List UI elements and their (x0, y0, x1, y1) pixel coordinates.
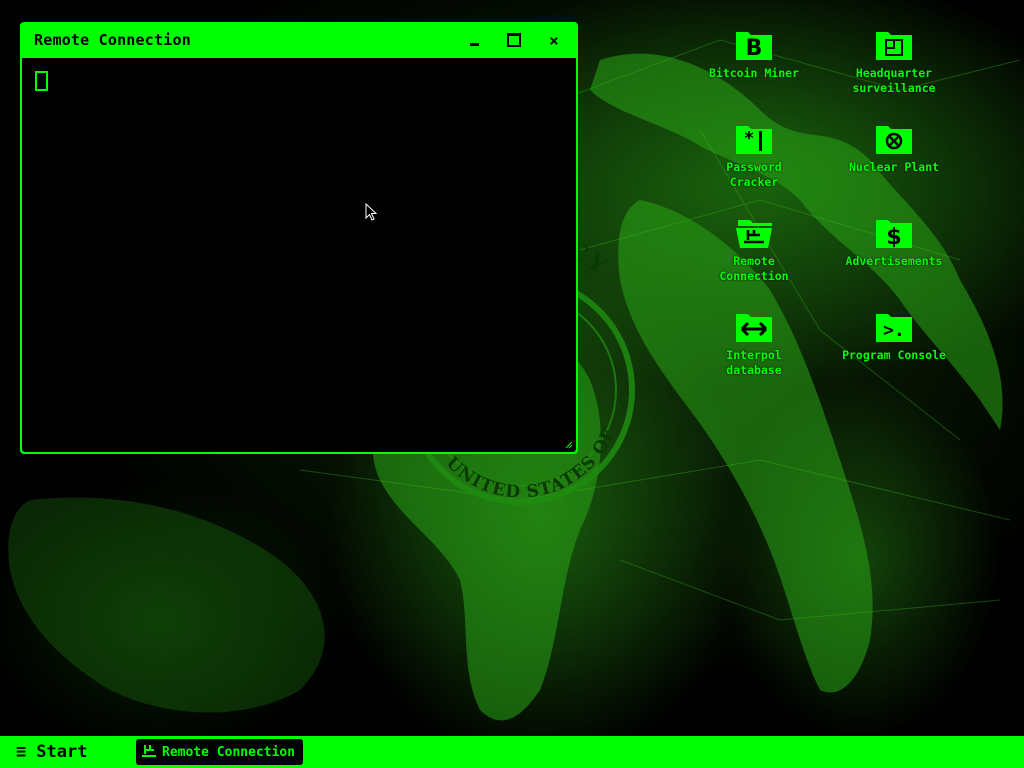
console-prompt-icon: >. (876, 314, 912, 342)
remote-connection-icon (736, 220, 772, 248)
maximize-button[interactable] (504, 30, 524, 50)
desktop-icon-nuclear-plant[interactable]: Nuclear Plant (834, 122, 954, 175)
exchange-arrows-icon (736, 314, 772, 342)
desktop-icon-password-cracker[interactable]: * Password Cracker (694, 122, 814, 190)
desktop-icon-headquarter-surveillance[interactable]: Headquarter surveillance (834, 28, 954, 96)
bitcoin-b-icon: B (736, 32, 772, 61)
desktop-icon-label: Headquarter surveillance (852, 66, 936, 95)
nuclear-icon (876, 126, 912, 154)
desktop-icon-label: Bitcoin Miner (708, 66, 799, 80)
desktop: AGENCY UNITED STATES OF AMERICA B Bitcoi… (0, 0, 1024, 736)
password-cracker-icon: * (736, 126, 772, 154)
terminal-area[interactable] (22, 58, 576, 452)
desktop-icon-advertisements[interactable]: $ Advertisements (834, 216, 954, 269)
minimize-button[interactable] (464, 30, 484, 50)
minimize-icon (469, 42, 479, 46)
close-icon: × (549, 30, 559, 50)
desktop-icon-label: Interpol database (726, 348, 782, 377)
taskbar-item-remote-connection[interactable]: Remote Connection (136, 739, 304, 765)
svg-text:$: $ (886, 225, 901, 250)
desktop-icon-interpol-database[interactable]: Interpol database (694, 310, 814, 378)
desktop-icon-label: Password Cracker (726, 160, 782, 189)
terminal-cursor (35, 71, 48, 91)
svg-text:*: * (744, 128, 755, 149)
surveillance-icon (876, 32, 912, 60)
taskbar: ≡ Start Remote Connection (0, 736, 1024, 768)
desktop-icon-bitcoin-miner[interactable]: B Bitcoin Miner (694, 28, 814, 81)
start-label: Start (36, 742, 88, 762)
close-button[interactable]: × (544, 30, 564, 50)
desktop-icon-label: Remote Connection (719, 254, 789, 283)
svg-text:B: B (746, 36, 763, 61)
desktop-icon-label: Advertisements (845, 254, 943, 268)
desktop-icon-label: Program Console (842, 348, 946, 362)
mouse-pointer-icon (365, 203, 378, 221)
dollar-icon: $ (876, 220, 912, 250)
start-button[interactable]: ≡ Start (16, 742, 126, 762)
svg-text:>.: >. (883, 320, 905, 341)
taskbar-item-label: Remote Connection (162, 744, 296, 760)
desktop-icon-program-console[interactable]: >. Program Console (834, 310, 954, 363)
hamburger-icon: ≡ (16, 742, 27, 762)
desktop-icon-label: Nuclear Plant (848, 160, 939, 174)
desktop-icon-remote-connection[interactable]: Remote Connection (694, 216, 814, 284)
window-titlebar[interactable]: Remote Connection × (22, 22, 576, 58)
remote-connection-icon (142, 745, 156, 757)
window-title: Remote Connection (34, 31, 191, 49)
remote-connection-window[interactable]: Remote Connection × (20, 22, 578, 454)
resize-grip-icon[interactable] (565, 441, 573, 449)
maximize-icon (507, 33, 521, 47)
